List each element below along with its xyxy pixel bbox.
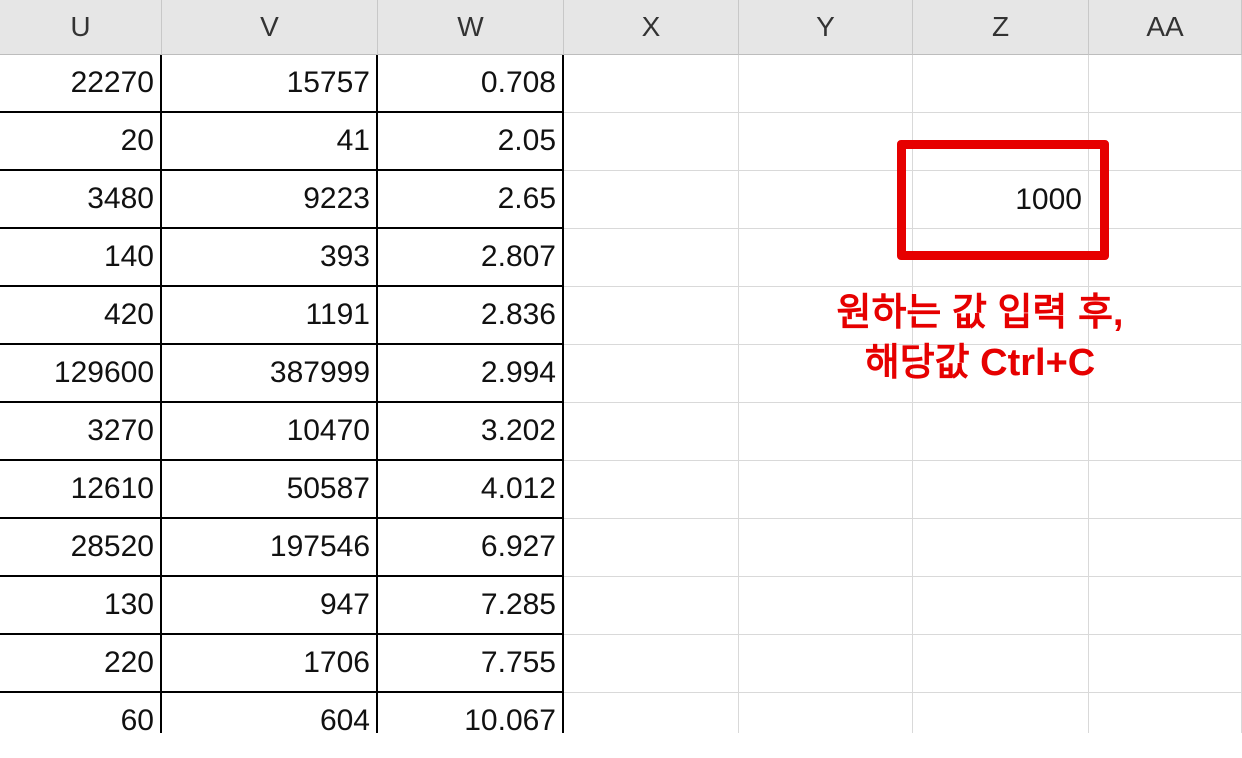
cell-aa-10[interactable] [1089,577,1242,635]
cell-v-3[interactable]: 9223 [162,171,378,229]
cell-w-1[interactable]: 0.708 [378,55,564,113]
cell-aa-7[interactable] [1089,403,1242,461]
annotation-line-1: 원하는 값 입력 후, [836,292,1124,334]
cell-v-8[interactable]: 50587 [162,461,378,519]
cell-x-1[interactable] [564,55,739,113]
cell-aa-11[interactable] [1089,635,1242,693]
cell-aa-12[interactable] [1089,693,1242,733]
cell-u-4[interactable]: 140 [0,229,162,287]
column-header-z[interactable]: Z [913,0,1089,55]
cell-w-6[interactable]: 2.994 [378,345,564,403]
column-header-v[interactable]: V [162,0,378,55]
highlight-box [897,140,1109,260]
column-header-aa[interactable]: AA [1089,0,1242,55]
cell-x-6[interactable] [564,345,739,403]
cell-aa-4[interactable] [1089,229,1242,287]
cell-v-7[interactable]: 10470 [162,403,378,461]
cell-y-8[interactable] [739,461,913,519]
cell-aa-2[interactable] [1089,113,1242,171]
cell-u-3[interactable]: 3480 [0,171,162,229]
cell-z-11[interactable] [913,635,1089,693]
bottom-margin [0,733,1242,758]
cell-x-9[interactable] [564,519,739,577]
cell-v-9[interactable]: 197546 [162,519,378,577]
cell-w-10[interactable]: 7.285 [378,577,564,635]
cell-u-6[interactable]: 129600 [0,345,162,403]
cell-v-4[interactable]: 393 [162,229,378,287]
cell-x-4[interactable] [564,229,739,287]
cell-w-11[interactable]: 7.755 [378,635,564,693]
cell-z-1[interactable] [913,55,1089,113]
cell-y-11[interactable] [739,635,913,693]
cell-w-3[interactable]: 2.65 [378,171,564,229]
cell-u-5[interactable]: 420 [0,287,162,345]
cell-u-8[interactable]: 12610 [0,461,162,519]
cell-y-3[interactable] [739,171,913,229]
cell-aa-3[interactable] [1089,171,1242,229]
cell-v-5[interactable]: 1191 [162,287,378,345]
cell-x-5[interactable] [564,287,739,345]
cell-u-7[interactable]: 3270 [0,403,162,461]
cell-w-8[interactable]: 4.012 [378,461,564,519]
cell-x-3[interactable] [564,171,739,229]
cell-y-2[interactable] [739,113,913,171]
cell-z-7[interactable] [913,403,1089,461]
cell-v-10[interactable]: 947 [162,577,378,635]
cell-w-2[interactable]: 2.05 [378,113,564,171]
cell-u-11[interactable]: 220 [0,635,162,693]
cell-z-9[interactable] [913,519,1089,577]
cell-w-4[interactable]: 2.807 [378,229,564,287]
cell-v-6[interactable]: 387999 [162,345,378,403]
column-header-x[interactable]: X [564,0,739,55]
cell-x-7[interactable] [564,403,739,461]
cell-u-2[interactable]: 20 [0,113,162,171]
cell-aa-8[interactable] [1089,461,1242,519]
cell-v-1[interactable]: 15757 [162,55,378,113]
cell-u-9[interactable]: 28520 [0,519,162,577]
cell-y-1[interactable] [739,55,913,113]
cell-aa-9[interactable] [1089,519,1242,577]
spreadsheet-grid: U V W X Y Z AA 22270 15757 0.708 20 41 2.05 3480 9223… [0,0,1242,733]
cell-x-11[interactable] [564,635,739,693]
cell-z-12[interactable] [913,693,1089,733]
cell-u-10[interactable]: 130 [0,577,162,635]
cell-w-9[interactable]: 6.927 [378,519,564,577]
cell-y-12[interactable] [739,693,913,733]
cell-u-12[interactable]: 60 [0,693,162,733]
cell-aa-1[interactable] [1089,55,1242,113]
cell-y-7[interactable] [739,403,913,461]
cell-w-7[interactable]: 3.202 [378,403,564,461]
cell-y-9[interactable] [739,519,913,577]
cell-z-8[interactable] [913,461,1089,519]
cell-v-11[interactable]: 1706 [162,635,378,693]
cell-y-10[interactable] [739,577,913,635]
annotation-text: 원하는 값 입력 후, 해당값 Ctrl+C [770,288,1190,388]
column-header-w[interactable]: W [378,0,564,55]
cell-u-1[interactable]: 22270 [0,55,162,113]
column-header-u[interactable]: U [0,0,162,55]
cell-y-4[interactable] [739,229,913,287]
cell-w-5[interactable]: 2.836 [378,287,564,345]
column-header-y[interactable]: Y [739,0,913,55]
cell-x-8[interactable] [564,461,739,519]
cell-x-10[interactable] [564,577,739,635]
cell-v-12[interactable]: 604 [162,693,378,733]
annotation-line-2: 해당값 Ctrl+C [864,342,1096,384]
cell-x-2[interactable] [564,113,739,171]
cell-x-12[interactable] [564,693,739,733]
cell-w-12[interactable]: 10.067 [378,693,564,733]
cell-z-10[interactable] [913,577,1089,635]
cell-v-2[interactable]: 41 [162,113,378,171]
